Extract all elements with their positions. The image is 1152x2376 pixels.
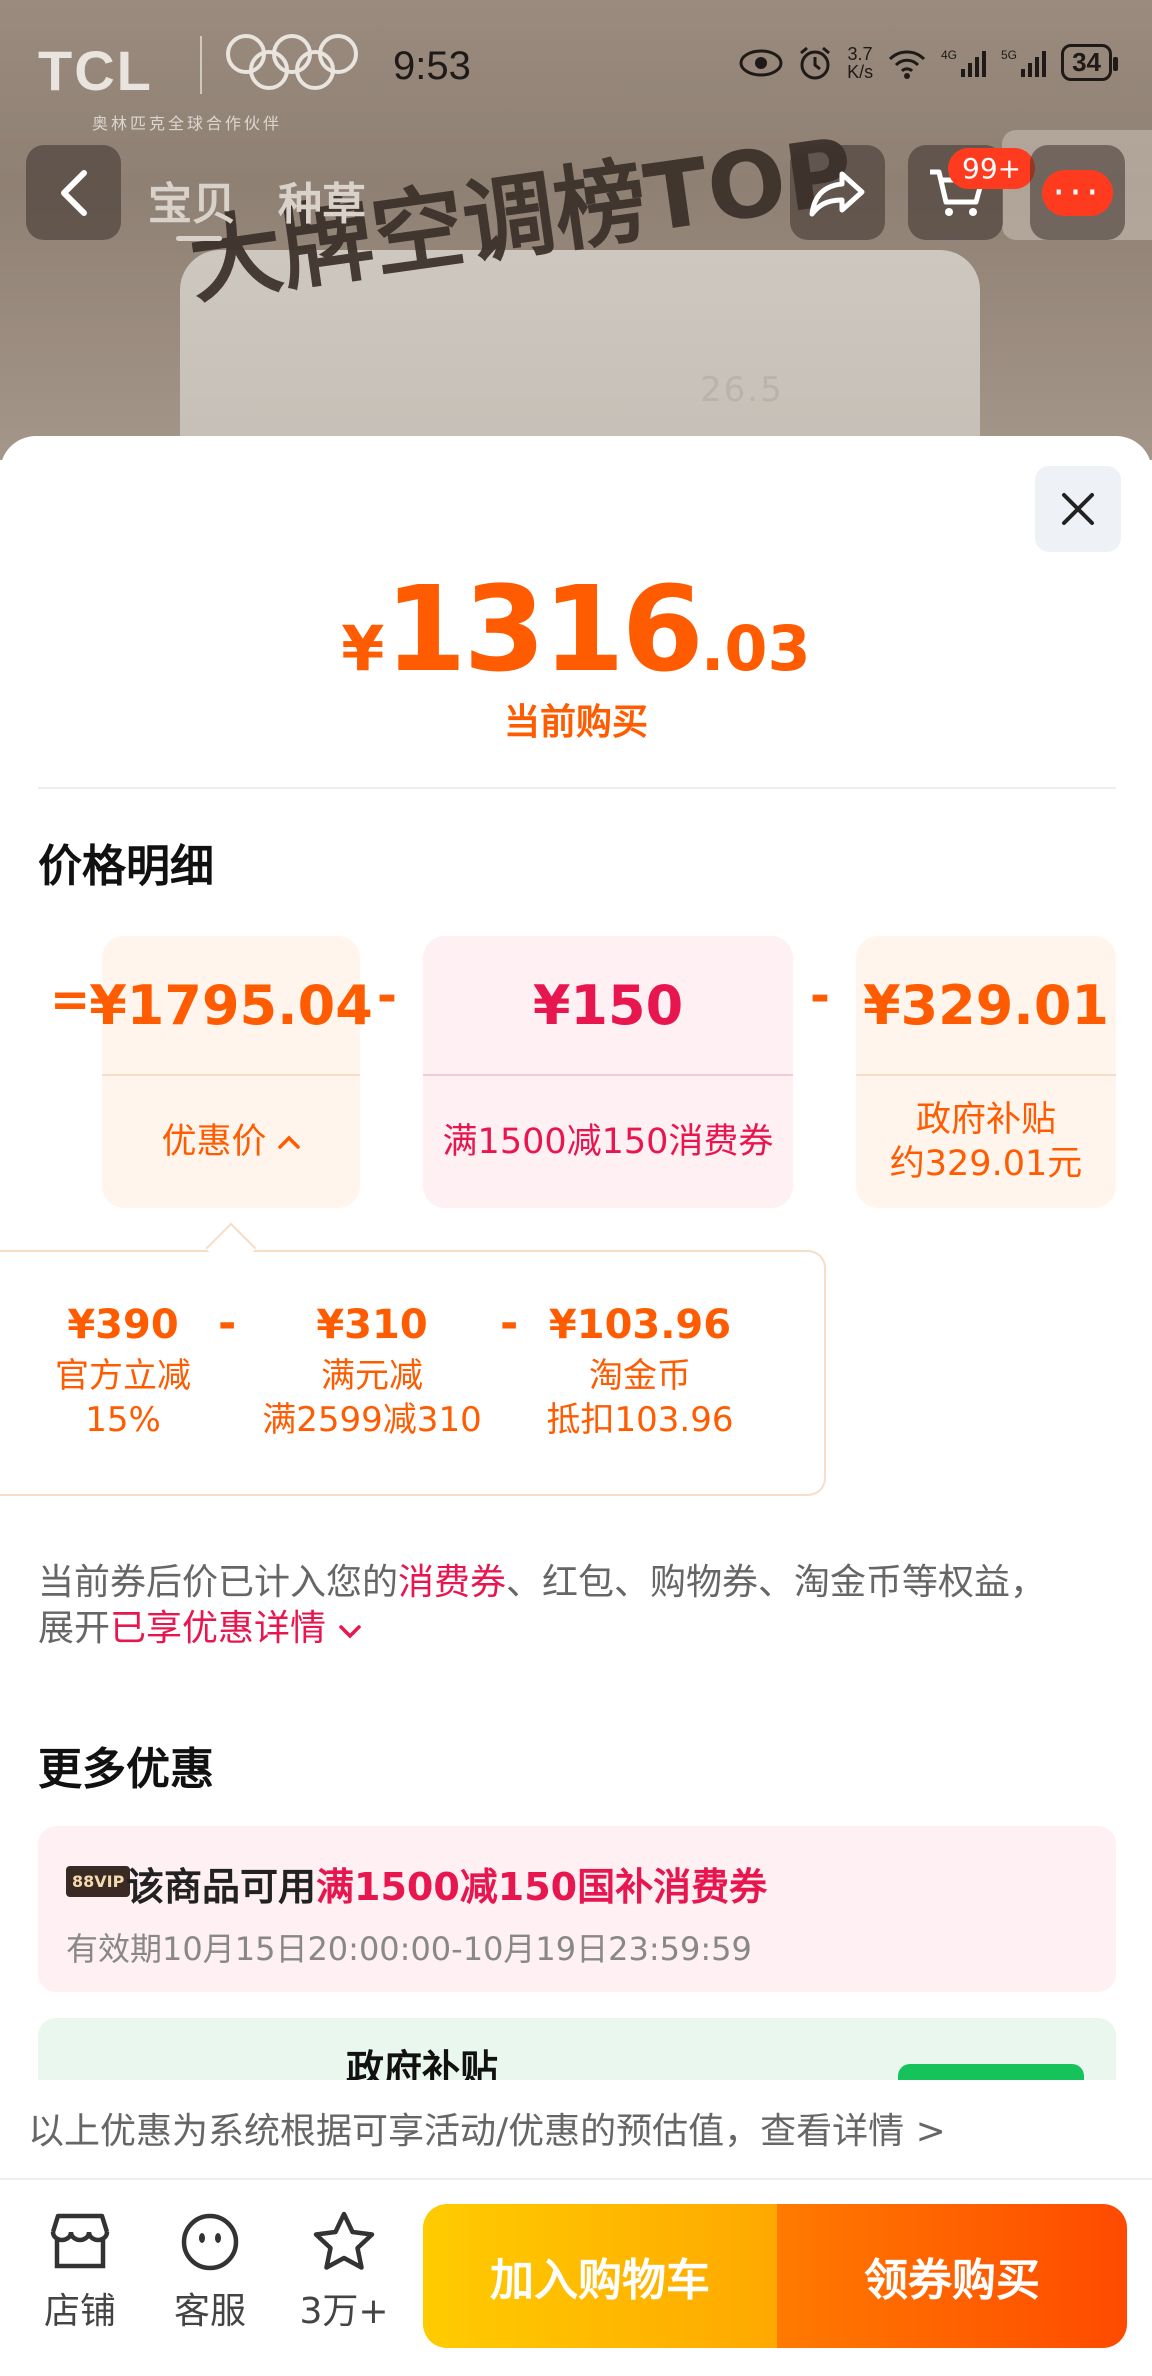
back-button[interactable]	[26, 145, 121, 240]
note-prefix: 当前券后价已计入您的	[38, 1562, 399, 1603]
price-decimal: .03	[700, 612, 811, 685]
minus-sign: -	[377, 968, 397, 1024]
status-icons: 3.7 K/s 4G 5G 34	[739, 44, 1118, 81]
service-label: 客服	[173, 2291, 246, 2332]
more-button[interactable]: ···	[1030, 145, 1125, 240]
store-icon	[50, 2213, 110, 2269]
discount-price-value: ¥1795.04	[89, 973, 373, 1037]
coupon-label: 满1500减150消费券	[442, 1122, 774, 1162]
note-highlight-coupon: 消费券	[398, 1562, 507, 1603]
divider	[38, 787, 1116, 789]
share-icon	[809, 171, 864, 216]
subsidy-value: ¥329.01	[863, 973, 1109, 1037]
wifi-icon	[889, 49, 926, 79]
breakdown-label-line2: 抵扣103.96	[546, 1400, 734, 1440]
gov-subsidy-button[interactable]	[898, 2064, 1084, 2080]
breakdown-label-line2: 满2599减310	[262, 1400, 482, 1440]
price-currency: ¥	[341, 612, 385, 685]
breakdown-value: ¥310	[316, 1302, 428, 1348]
chevron-left-icon	[60, 169, 87, 216]
favorite-count: 3万+	[299, 2291, 389, 2332]
breakdown-label-line2: 15%	[85, 1400, 161, 1440]
vip-badge: 88VIP	[66, 1866, 131, 1897]
service-button[interactable]: 客服	[160, 2210, 260, 2334]
coupon-validity: 有效期10月15日20:00:00-10月19日23:59:59	[66, 1930, 752, 1968]
subsidy-label-line1: 政府补贴	[915, 1100, 1056, 1140]
chevron-down-icon[interactable]	[337, 1622, 363, 1640]
price-integer: 1316	[384, 560, 703, 698]
cart-count-badge: 99+	[948, 148, 1036, 189]
brand-logo: TCL	[38, 39, 153, 102]
expand-benefits-link[interactable]: 已享优惠详情	[110, 1608, 326, 1649]
section-title-more-offers: 更多优惠	[38, 1744, 214, 1795]
current-price: ¥1316.03	[0, 560, 1152, 698]
add-to-cart-button[interactable]: 加入购物车	[423, 2204, 777, 2348]
customer-service-icon	[181, 2213, 239, 2271]
breakdown-item: ¥390 官方立减 15%	[28, 1302, 218, 1442]
network-speed: 3.7 K/s	[847, 45, 873, 81]
eye-icon	[739, 49, 783, 76]
coupon-value: ¥150	[532, 973, 684, 1037]
clock: 9:53	[393, 44, 471, 88]
section-title-price-detail: 价格明细	[38, 841, 214, 892]
subsidy-label: 政府补贴 约329.01元	[856, 1076, 1116, 1208]
brand-subtitle: 奥林匹克全球合作伙伴	[92, 114, 283, 133]
tab-recommend[interactable]: 种草	[278, 168, 366, 232]
buy-with-coupon-button[interactable]: 领券购买	[777, 2204, 1127, 2348]
olympic-rings-icon	[226, 34, 358, 90]
equals-sign: =	[50, 972, 91, 1028]
price-subtitle: 当前购买	[503, 702, 648, 743]
breakdown-value: ¥103.96	[548, 1302, 732, 1348]
discount-price-card[interactable]: ¥1795.04 优惠价	[89, 936, 373, 1208]
minus-sign: -	[500, 1298, 519, 1349]
signal-5g-icon: 5G	[1001, 48, 1047, 77]
svg-text:4G: 4G	[941, 48, 957, 62]
signal-4g-icon: 4G	[941, 48, 987, 77]
close-icon	[1062, 493, 1094, 525]
price-note: 当前券后价已计入您的消费券、红包、购物券、淘金币等权益， 展开已享优惠详情	[38, 1560, 1118, 1652]
favorite-button[interactable]: 3万+	[294, 2210, 394, 2334]
minus-sign: -	[810, 968, 830, 1024]
gov-subsidy-title: 政府补贴	[346, 2047, 499, 2080]
store-button[interactable]: 店铺	[30, 2210, 130, 2334]
tab-product[interactable]: 宝贝	[148, 168, 236, 232]
coupon-card[interactable]: ¥150 满1500减150消费券	[423, 936, 793, 1208]
breakdown-item: ¥310 满元减 满2599减310	[252, 1302, 492, 1442]
brand-divider	[200, 36, 202, 94]
svg-text:5G: 5G	[1001, 48, 1017, 62]
speed-value: 3.7	[847, 43, 873, 64]
note-middle: 、红包、购物券、淘金币等权益，	[506, 1562, 1047, 1603]
share-button[interactable]	[790, 145, 885, 240]
status-bar: TCL 奥林匹克全球合作伙伴 9:53 3.7 K/s 4G 5G 34	[0, 0, 1152, 133]
discount-price-label: 优惠价	[102, 1076, 360, 1208]
speed-unit: K/s	[847, 61, 874, 82]
alarm-icon	[800, 46, 831, 79]
breakdown-label-line1: 满元减	[321, 1356, 423, 1396]
breakdown-value: ¥390	[67, 1302, 179, 1348]
battery-indicator: 34	[1061, 44, 1118, 81]
minus-sign: -	[218, 1298, 237, 1349]
more-dots-icon: ···	[1042, 169, 1113, 216]
tab-indicator	[176, 236, 222, 241]
footnote-bar[interactable]: 以上优惠为系统根据可享活动/优惠的预估值，查看详情 >	[0, 2080, 1152, 2180]
coupon-offer-prefix: 该商品可用	[126, 1865, 317, 1909]
store-label: 店铺	[43, 2291, 116, 2332]
note-line2-prefix: 展开	[38, 1608, 111, 1649]
gov-subsidy-offer[interactable]: 政府补贴	[38, 2018, 1116, 2080]
coupon-offer-title: 该商品可用满1500减150国补消费券	[126, 1856, 767, 1911]
close-button[interactable]	[1035, 466, 1121, 552]
subsidy-label-line2: 约329.01元	[889, 1144, 1083, 1184]
subsidy-card[interactable]: ¥329.01 政府补贴 约329.01元	[856, 936, 1116, 1208]
coupon-offer[interactable]: 88VIP 该商品可用满1500减150国补消费券 有效期10月15日20:00…	[38, 1826, 1116, 1992]
star-icon	[313, 2211, 375, 2270]
breakdown-label-line1: 官方立减	[55, 1356, 191, 1396]
chevron-up-icon	[277, 1135, 300, 1149]
footnote-text[interactable]: 以上优惠为系统根据可享活动/优惠的预估值，查看详情 >	[28, 2102, 946, 2154]
coupon-offer-highlight: 满1500减150国补消费券	[316, 1865, 768, 1909]
breakdown-label-line1: 淘金币	[589, 1356, 691, 1396]
product-display-readout: 26.5	[700, 370, 784, 410]
breakdown-item: ¥103.96 淘金币 抵扣103.96	[530, 1302, 750, 1442]
discount-price-label-text: 优惠价	[161, 1122, 267, 1162]
